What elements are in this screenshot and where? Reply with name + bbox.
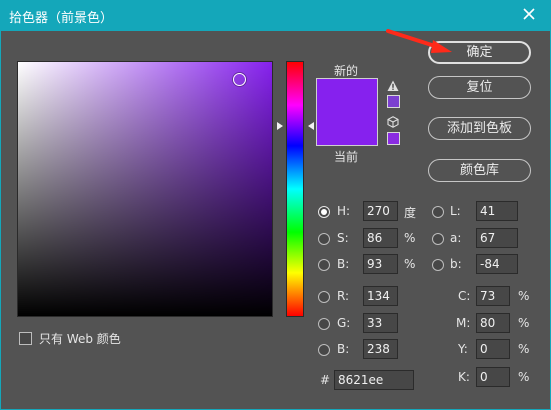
window-title: 拾色器（前景色） (9, 11, 114, 26)
cyan-label: C: (458, 289, 471, 303)
black-input[interactable]: 0 (476, 367, 510, 387)
radio-blue[interactable] (318, 344, 330, 356)
magenta-label: M: (456, 316, 471, 330)
web-colors-only-label[interactable]: 只有 Web 颜色 (39, 330, 121, 347)
radio-brightness[interactable] (318, 259, 330, 271)
red-label: R: (337, 289, 350, 303)
blue-input[interactable]: 238 (363, 339, 398, 359)
radio-red[interactable] (318, 291, 330, 303)
close-icon[interactable] (519, 4, 539, 24)
saturation-label: S: (337, 231, 349, 245)
radio-lab-a[interactable] (432, 233, 444, 245)
lab-l-input[interactable]: 41 (476, 201, 518, 221)
lab-l-label: L: (450, 204, 461, 218)
web-colors-only-checkbox[interactable] (19, 332, 32, 345)
saturation-unit: % (404, 231, 416, 245)
magenta-unit: % (518, 316, 530, 330)
warning-icon[interactable] (387, 80, 399, 92)
window-border-left (0, 31, 1, 410)
color-field-black-gradient (18, 62, 272, 316)
brightness-unit: % (404, 257, 416, 271)
lab-a-label: a: (450, 231, 462, 245)
radio-lab-l[interactable] (432, 206, 444, 218)
annotation-arrow (386, 29, 452, 53)
hex-label: # (320, 373, 331, 387)
lab-b-label: b: (450, 257, 462, 271)
cyan-unit: % (518, 289, 530, 303)
hue-slider[interactable] (286, 61, 304, 317)
cube-icon[interactable] (387, 116, 399, 128)
web-safe-swatch[interactable] (387, 132, 400, 145)
brightness-input[interactable]: 93 (363, 254, 398, 274)
yellow-input[interactable]: 0 (476, 339, 510, 359)
yellow-unit: % (518, 342, 530, 356)
magenta-input[interactable]: 80 (476, 313, 510, 333)
lab-b-input[interactable]: -84 (476, 254, 518, 274)
radio-hue[interactable] (318, 206, 330, 218)
radio-green[interactable] (318, 318, 330, 330)
lab-a-input[interactable]: 67 (476, 228, 518, 248)
saturation-input[interactable]: 86 (363, 228, 398, 248)
add-to-swatches-button[interactable]: 添加到色板 (428, 117, 531, 140)
current-color-label: 当前 (334, 150, 359, 164)
color-field[interactable] (17, 61, 273, 317)
black-label: K: (458, 370, 470, 384)
blue-label: B: (337, 342, 350, 356)
green-input[interactable]: 33 (363, 313, 398, 333)
color-field-picker-handle[interactable] (233, 73, 246, 86)
current-color-swatch[interactable] (317, 111, 377, 145)
red-input[interactable]: 134 (363, 286, 398, 306)
hue-slider-handle-right[interactable] (308, 122, 314, 130)
new-color-label: 新的 (334, 64, 359, 78)
green-label: G: (337, 316, 351, 330)
yellow-label: Y: (458, 342, 468, 356)
hue-input[interactable]: 270 (363, 201, 398, 221)
radio-saturation[interactable] (318, 233, 330, 245)
hue-label: H: (337, 204, 351, 218)
hue-slider-handle-left[interactable] (277, 122, 283, 130)
cyan-input[interactable]: 73 (476, 286, 510, 306)
reset-button[interactable]: 复位 (428, 76, 531, 99)
black-unit: % (518, 370, 530, 384)
radio-lab-b[interactable] (432, 259, 444, 271)
color-libraries-button[interactable]: 颜色库 (428, 159, 531, 182)
hex-input[interactable]: 8621ee (334, 370, 414, 390)
title-bar: 拾色器（前景色） (0, 0, 551, 31)
brightness-label: B: (337, 257, 350, 271)
hue-unit: 度 (404, 206, 417, 220)
new-color-swatch (317, 79, 377, 111)
gamut-warning-swatch[interactable] (387, 95, 400, 108)
